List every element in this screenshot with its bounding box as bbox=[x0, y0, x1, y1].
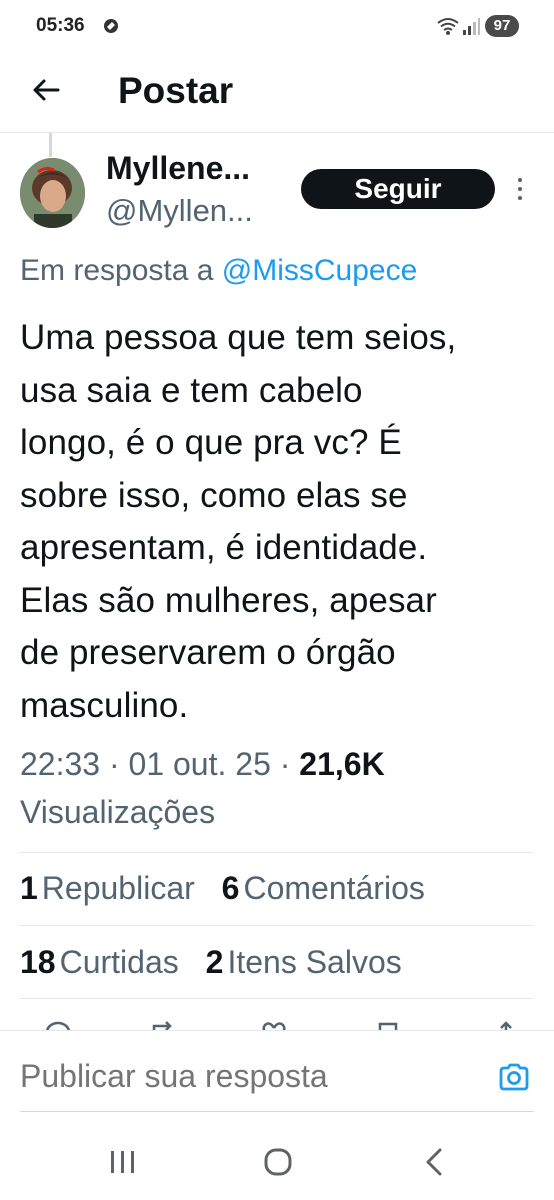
signal-icon bbox=[463, 18, 480, 35]
likes-count: 18 bbox=[20, 944, 56, 980]
nav-back-icon[interactable] bbox=[424, 1147, 444, 1177]
dnd-icon bbox=[104, 19, 118, 33]
reply-prefix: Em resposta a bbox=[20, 254, 214, 287]
follow-button[interactable]: Seguir bbox=[301, 169, 495, 209]
separator-dot: · bbox=[279, 746, 291, 782]
author-name[interactable]: Myllene... bbox=[106, 150, 250, 187]
reply-input[interactable] bbox=[20, 1058, 460, 1095]
comments-stat[interactable]: 6 Comentários bbox=[222, 870, 425, 907]
camera-icon[interactable] bbox=[497, 1060, 531, 1094]
share-icon[interactable] bbox=[492, 1020, 520, 1030]
comments-count: 6 bbox=[221, 870, 240, 906]
avatar-image bbox=[20, 158, 85, 228]
header-divider bbox=[0, 132, 554, 133]
post-text-line: sobre isso, como elas se bbox=[20, 475, 408, 515]
post-date: 01 out. 25 bbox=[128, 746, 271, 782]
status-bar: 05:36 97 bbox=[0, 0, 554, 56]
bookmarks-stat[interactable]: 2 Itens Salvos bbox=[206, 944, 402, 981]
wifi-icon bbox=[437, 18, 459, 35]
reply-icon[interactable] bbox=[44, 1020, 72, 1030]
reposts-label: Republicar bbox=[41, 870, 195, 906]
reply-context: Em resposta a @MissCupece bbox=[20, 254, 417, 288]
post-time: 22:33 bbox=[20, 746, 101, 782]
post-text-line: usa saia e tem cabelo bbox=[20, 370, 363, 410]
avatar[interactable] bbox=[20, 158, 85, 228]
home-icon[interactable] bbox=[263, 1147, 293, 1177]
reposts-count: 1 bbox=[20, 870, 38, 906]
views-count[interactable]: 21,6K bbox=[299, 746, 384, 782]
bookmarks-label: Itens Salvos bbox=[227, 944, 402, 980]
status-time: 05:36 bbox=[36, 15, 85, 36]
post-text-line: Uma pessoa que tem seios, bbox=[20, 318, 457, 357]
action-bar bbox=[0, 1020, 554, 1030]
back-arrow-icon[interactable] bbox=[28, 72, 64, 108]
post-text-line: longo, é o que pra vc? É bbox=[20, 423, 402, 462]
repost-icon[interactable] bbox=[150, 1020, 178, 1030]
post-text-line: Elas são mulheres, apesar bbox=[20, 580, 437, 620]
likes-label: Curtidas bbox=[59, 944, 179, 980]
page-title: Postar bbox=[118, 70, 234, 111]
bookmark-icon[interactable] bbox=[374, 1020, 402, 1030]
post-text: Uma pessoa que tem seios, usa saia e tem… bbox=[20, 312, 540, 732]
reply-to-link[interactable]: @MissCupece bbox=[222, 254, 418, 287]
header: Postar bbox=[0, 56, 554, 132]
battery-icon: 97 bbox=[485, 15, 519, 37]
recents-icon[interactable] bbox=[108, 1149, 138, 1175]
post-text-line: apresentam, é identidade. bbox=[20, 528, 428, 567]
post-text-line: masculino. bbox=[20, 685, 189, 725]
views-label[interactable]: Visualizações bbox=[20, 794, 215, 830]
stats-row: 1 Republicar 6 Comentários bbox=[20, 870, 443, 907]
divider bbox=[20, 852, 534, 853]
likes-stat[interactable]: 18 Curtidas bbox=[20, 944, 179, 981]
bookmarks-count: 2 bbox=[205, 944, 224, 980]
system-nav-bar bbox=[0, 1125, 554, 1200]
author-handle[interactable]: @Myllen... bbox=[106, 193, 253, 229]
comments-label: Comentários bbox=[243, 870, 425, 906]
like-icon[interactable] bbox=[260, 1020, 288, 1030]
reply-underline bbox=[20, 1111, 534, 1112]
separator-dot: · bbox=[108, 746, 120, 782]
divider bbox=[20, 925, 534, 926]
thread-line bbox=[49, 133, 52, 157]
post-text-line: de preservarem o órgão bbox=[20, 633, 396, 672]
divider bbox=[20, 998, 534, 999]
stats-row: 18 Curtidas 2 Itens Salvos bbox=[20, 944, 420, 981]
post-meta: 22:33 · 01 out. 25 · 21,6K Visualizações bbox=[20, 740, 540, 836]
reposts-stat[interactable]: 1 Republicar bbox=[20, 870, 195, 907]
more-options-icon[interactable] bbox=[514, 176, 526, 202]
